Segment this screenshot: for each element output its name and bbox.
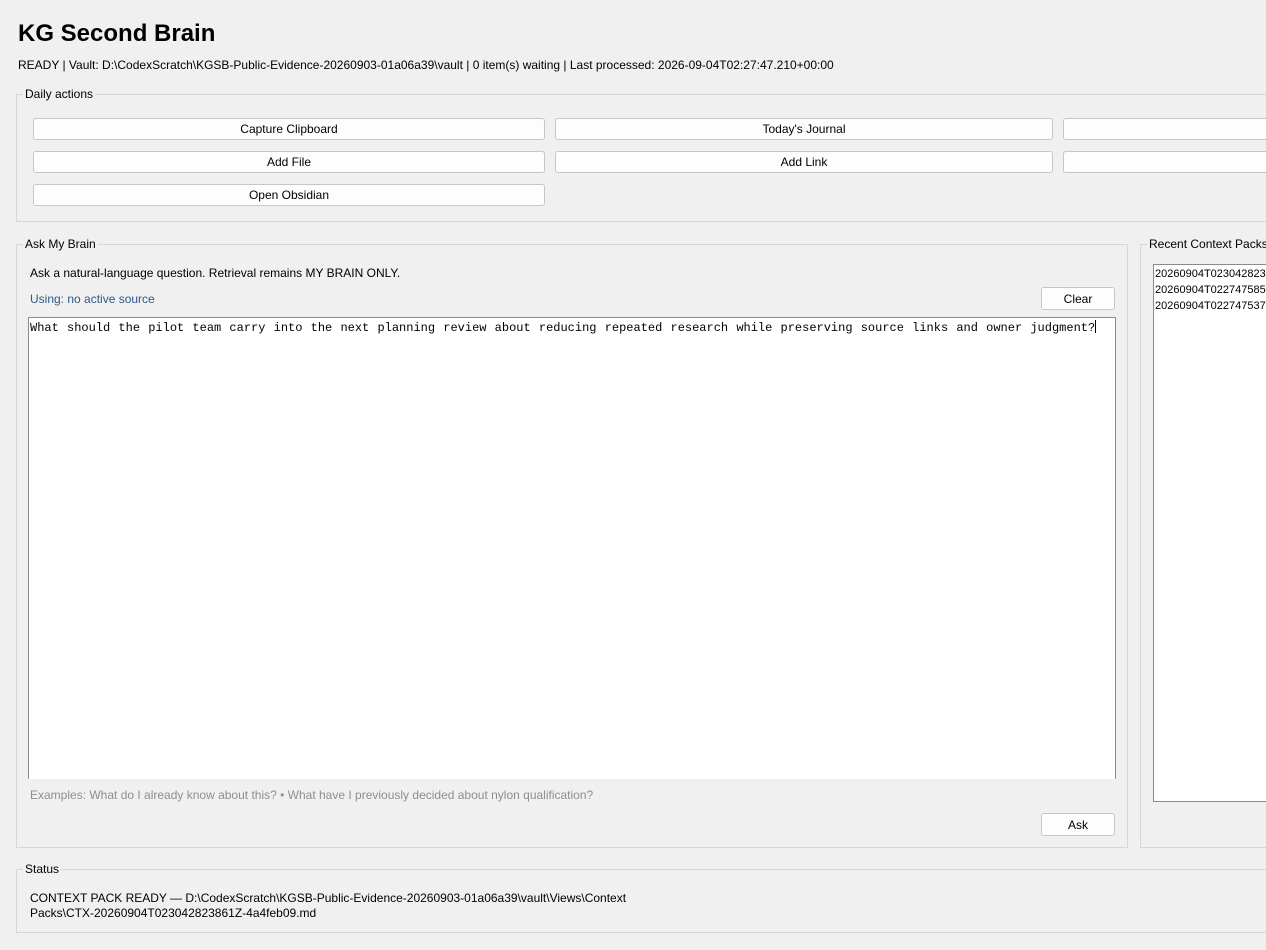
ask-my-brain-title: Ask My Brain xyxy=(23,237,98,251)
daily-action-button-truncated-1[interactable] xyxy=(1063,118,1266,140)
add-file-button[interactable]: Add File xyxy=(33,151,545,173)
active-source-label: Using: no active source xyxy=(30,292,155,306)
clear-button[interactable]: Clear xyxy=(1041,287,1115,310)
todays-journal-button[interactable]: Today's Journal xyxy=(555,118,1053,140)
add-link-button[interactable]: Add Link xyxy=(555,151,1053,173)
app-title: KG Second Brain xyxy=(18,20,216,47)
examples-hint: Examples: What do I already know about t… xyxy=(30,788,594,802)
ask-button[interactable]: Ask xyxy=(1041,813,1115,836)
list-item[interactable]: 20260904T0227475857 xyxy=(1154,282,1266,298)
recent-context-packs-list[interactable]: 20260904T0230428238 20260904T0227475857 … xyxy=(1153,264,1266,802)
question-textarea[interactable]: What should the pilot team carry into th… xyxy=(28,317,1116,779)
capture-clipboard-button[interactable]: Capture Clipboard xyxy=(33,118,545,140)
text-cursor xyxy=(1095,320,1097,333)
status-title: Status xyxy=(23,862,62,876)
question-text: What should the pilot team carry into th… xyxy=(30,321,1096,335)
app-status-line: READY | Vault: D:\CodexScratch\KGSB-Publ… xyxy=(18,58,834,72)
list-item[interactable]: 20260904T0230428238 xyxy=(1154,266,1266,282)
ask-description: Ask a natural-language question. Retriev… xyxy=(30,266,401,280)
status-message: CONTEXT PACK READY — D:\CodexScratch\KGS… xyxy=(30,891,627,920)
daily-action-button-truncated-2[interactable] xyxy=(1063,151,1266,173)
daily-actions-title: Daily actions xyxy=(23,87,96,101)
list-item[interactable]: 20260904T0227475376 xyxy=(1154,298,1266,314)
open-obsidian-button[interactable]: Open Obsidian xyxy=(33,184,545,206)
recent-context-packs-title: Recent Context Packs xyxy=(1147,237,1266,251)
